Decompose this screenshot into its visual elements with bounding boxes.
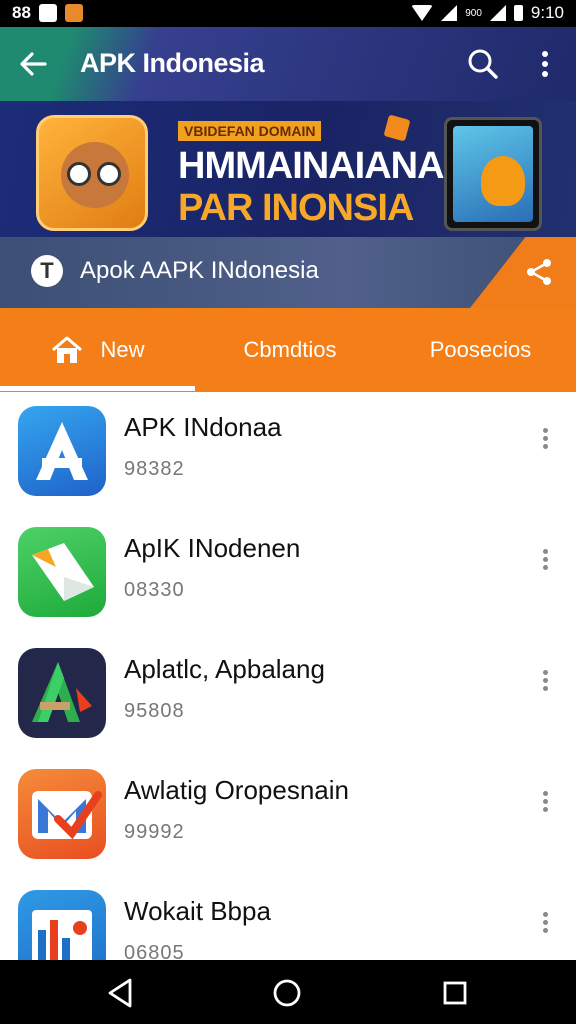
item-more-icon[interactable] [534,547,558,571]
app-subtitle: 98382 [124,458,185,480]
tab-categories-label: Cbmdtios [243,337,337,362]
nav-recents-icon[interactable] [438,976,472,1010]
app-bar: APK Indonesia [0,27,576,101]
banner-headline-2: PAR INONSIA [178,187,414,229]
chart-icon [18,890,106,960]
list-item[interactable]: ApIK INodenen 08330 [0,513,576,634]
item-more-icon[interactable] [534,426,558,450]
app-title: APK Indonesia [80,48,265,78]
app-name: Awlatig Oropesnain [124,775,349,805]
cube-decoration [383,114,411,142]
share-icon[interactable] [524,257,554,287]
subtitle-strip: T Apok AAPK INdonesia [0,237,576,308]
tab-categories[interactable]: Cbmdtios [195,308,385,392]
tab-bar: New Cbmdtios Poosecios [0,308,576,392]
strip-logo: T [31,255,63,287]
app-notification-icon [64,4,83,22]
item-more-icon[interactable] [534,789,558,813]
status-left: 88 [12,3,83,23]
banner-tag: VBIDEFAN DOMAIN [178,121,322,141]
mascot-face [61,142,129,208]
nav-home-icon[interactable] [270,976,304,1010]
list-item[interactable]: APK INdonaa 98382 [0,392,576,513]
navigation-bar [0,960,576,1024]
app-name: APK INdonaa [124,412,282,442]
strip-text: Apok AAPK INdonesia [80,257,319,284]
home-icon [52,336,83,363]
nav-back-icon[interactable] [104,976,138,1010]
item-more-icon[interactable] [534,910,558,934]
battery-icon [513,5,523,21]
m-check-icon [18,769,106,859]
item-more-icon[interactable] [534,668,558,692]
mascot-eye-right [97,162,121,186]
list-item[interactable]: Awlatig Oropesnain 99992 [0,755,576,876]
back-arrow-icon[interactable] [18,49,48,79]
wifi-icon [411,5,434,21]
notification-icon [38,4,57,22]
letter-a-icon [18,406,106,496]
tab-popular-label: Poosecios [429,337,532,362]
app-subtitle: 08330 [124,579,185,601]
network-label: 900 [465,7,482,19]
phone-illustration [444,117,542,231]
document-icon [18,527,106,617]
signal-icon-2 [489,5,506,21]
bird-mascot [481,156,525,206]
app-name: Aplatlc, Apbalang [124,654,325,684]
tab-popular[interactable]: Poosecios [385,308,576,392]
app-subtitle: 95808 [124,700,185,722]
mascot-logo [36,115,148,231]
green-a-icon [18,648,106,738]
strip-accent [470,237,576,308]
app-name: ApIK INodenen [124,533,301,563]
phone-screen [453,126,533,222]
app-list: APK INdonaa 98382 ApIK INodenen 08330 Ap… [0,392,576,960]
status-right: 900 9:10 [411,3,564,23]
promo-banner[interactable]: VBIDEFAN DOMAIN HMMAINAIANA PAR INONSIA [0,101,576,237]
app-subtitle: 99992 [124,821,185,843]
list-item[interactable]: Wokait Bbpa 06805 [0,876,576,960]
status-time: 9:10 [530,3,564,22]
app-subtitle: 06805 [124,942,185,960]
banner-headline-1: HMMAINAIANA [178,145,445,187]
tab-new[interactable]: New [0,308,195,392]
signal-icon [441,5,458,21]
tab-new-label: New [100,337,145,362]
tab-indicator [0,386,195,391]
list-item[interactable]: Aplatlc, Apbalang 95808 [0,634,576,755]
app-name: Wokait Bbpa [124,896,271,926]
mascot-eye-left [67,162,91,186]
more-vert-icon[interactable] [532,49,558,79]
status-left-text: 88 [12,3,31,22]
status-bar: 88 900 9:10 [0,0,576,27]
search-icon[interactable] [466,47,500,81]
